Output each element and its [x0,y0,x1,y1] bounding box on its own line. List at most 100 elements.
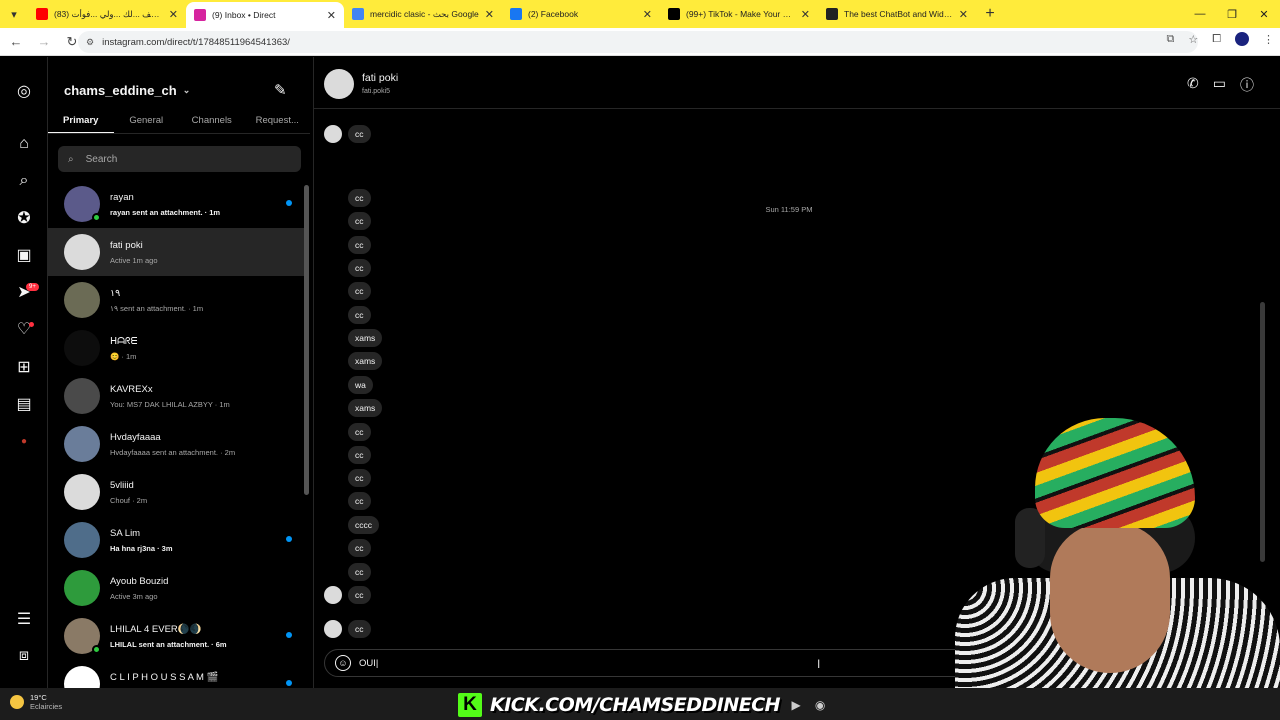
tab-close-icon[interactable]: ✕ [643,8,652,21]
tab-channels[interactable]: Channels [179,108,245,133]
conversation-name: KAVREXx [110,383,153,395]
inbox-scrollbar[interactable] [304,185,309,495]
browser-tab[interactable]: (83) بن يوسف ...لك ...ولي ...فوأت ✕ [28,0,186,28]
new-tab-button[interactable]: + [976,5,1004,23]
contact-name[interactable]: fati poki [362,72,398,84]
profile-icon[interactable]: ● [12,429,36,453]
tab-close-icon[interactable]: ✕ [485,8,494,21]
tab-close-icon[interactable]: ✕ [169,8,178,21]
chrome-app-icon[interactable]: ◉ [812,697,828,713]
conversation-preview: You: MS7 DAK LHILAL AZBYY · 1m [110,399,230,409]
message-bubble[interactable]: cc [348,212,371,230]
profile-avatar-icon[interactable] [1235,32,1249,46]
extensions-icon[interactable]: ⧠ [1212,33,1221,46]
tab-requests[interactable]: Request... [245,108,311,133]
message-bubble[interactable]: xams [348,352,383,370]
message-bubble[interactable]: cc [348,539,371,557]
phone-icon[interactable]: ✆ [1187,75,1199,95]
message-bubble[interactable]: cc [348,469,371,487]
message-bubble[interactable]: cc [348,259,371,277]
browser-tab[interactable]: (9) Inbox • Direct ✕ [186,2,344,28]
avatar [64,570,100,606]
site-info-icon[interactable]: ⚙ [86,37,94,48]
browser-menu-icon[interactable]: ⋮ [1263,33,1274,46]
search-icon[interactable]: ⌕ [12,169,36,193]
conversation-item[interactable]: ᕼᗩᖇᗴ 😊 · 1m [48,324,306,372]
message-bubble[interactable]: cc [348,446,371,464]
install-app-icon[interactable]: ⧉ [1166,33,1174,46]
message-bubble[interactable]: cc [348,282,371,300]
contact-avatar[interactable] [324,69,354,99]
avatar [64,330,100,366]
conversation-name: ١٩ [110,287,121,299]
weather-widget[interactable]: 19°C Eclaircies [10,693,62,711]
emoji-icon[interactable]: ☺ [335,655,351,671]
search-input[interactable]: ⌕ Search [58,146,301,172]
conversation-preview: Active 3m ago [110,591,158,601]
message-bubble[interactable]: wa [348,376,373,394]
message-bubble[interactable]: cc [348,236,371,254]
message-bubble[interactable]: cc [348,563,371,581]
tab-general[interactable]: General [114,108,180,133]
account-switcher[interactable]: chams_eddine_ch ⌄ [64,83,190,98]
browser-tab[interactable]: (99+) TikTok - Make Your Day ✕ [660,0,818,28]
tab-close-icon[interactable]: ✕ [801,8,810,21]
info-icon[interactable]: ⓘ [1240,75,1254,95]
notification-dot [29,322,34,327]
message-bubble[interactable]: cc [348,125,371,143]
message-input[interactable]: OUI| [359,658,378,669]
more-menu-icon[interactable]: ☰ [12,607,36,631]
tab-primary[interactable]: Primary [48,108,114,133]
conversation-item[interactable]: LHILAL 4 EVER🌘🌒 LHILAL sent an attachment… [48,612,306,660]
online-indicator [92,645,101,654]
close-window-icon[interactable]: ✕ [1248,0,1280,28]
conversation-item[interactable]: rayan rayan sent an attachment. · 1m [48,180,306,228]
sender-avatar[interactable] [324,586,342,604]
dashboard-icon[interactable]: ▤ [12,392,36,416]
conversation-item[interactable]: KAVREXx You: MS7 DAK LHILAL AZBYY · 1m [48,372,306,420]
conversation-item[interactable]: SA Lim Ha hna rj3na · 3m [48,516,306,564]
message-bubble[interactable]: cc [348,586,371,604]
browser-tab[interactable]: (2) Facebook ✕ [502,0,660,28]
back-icon[interactable]: ← [4,30,28,54]
sender-avatar[interactable] [324,125,342,143]
create-icon[interactable]: ⊞ [12,355,36,379]
maximize-icon[interactable]: ❐ [1216,0,1248,28]
bookmark-star-icon[interactable]: ☆ [1188,33,1198,46]
instagram-logo-icon[interactable]: ◎ [12,79,36,103]
minimize-icon[interactable]: — [1184,0,1216,28]
message-bubble[interactable]: cccc [348,516,379,534]
forward-icon[interactable]: → [32,30,56,54]
notifications-icon[interactable]: ♡ [12,317,36,341]
home-icon[interactable]: ⌂ [12,132,36,156]
conversation-item[interactable]: Hvdayfaaaa Hvdayfaaaa sent an attachment.… [48,420,306,468]
tab-search-icon[interactable]: ▾ [0,0,28,28]
message-bubble[interactable]: cc [348,306,371,324]
explore-icon[interactable]: ✪ [12,206,36,230]
avatar [64,282,100,318]
message-bubble[interactable]: cc [348,423,371,441]
tab-close-icon[interactable]: ✕ [327,9,336,22]
message-bubble[interactable]: xams [348,329,383,347]
conversation-item[interactable]: 5vliiid Chouf · 2m [48,468,306,516]
conversation-item[interactable]: fati poki Active 1m ago [48,228,306,276]
reels-icon[interactable]: ▣ [12,243,36,267]
message-bubble[interactable]: cc [348,492,371,510]
conversation-item[interactable]: Ayoub Bouzid Active 3m ago [48,564,306,612]
message-bubble[interactable]: cc [348,189,371,207]
message-bubble[interactable]: xams [348,399,383,417]
weather-temperature: 19°C [30,693,47,702]
video-call-icon[interactable]: ▭ [1213,75,1226,95]
browser-tab[interactable]: mercidic clasic - بحث Google ✕ [344,0,502,28]
address-bar[interactable]: ⚙ instagram.com/direct/t/178485119645413… [78,31,1198,53]
conversation-name: C L I P H O U S S A M 🎬 [110,671,219,683]
tab-close-icon[interactable]: ✕ [959,8,968,21]
message-bubble[interactable]: cc [348,620,371,638]
sender-avatar[interactable] [324,620,342,638]
meta-threads-icon[interactable]: ⧈ [12,644,36,668]
browser-tab[interactable]: The best ChatBot and Widgets ✕ [818,0,976,28]
new-message-icon[interactable]: ✎ [274,81,292,99]
conversation-preview: Ha hna rj3na · 3m [110,543,173,553]
terminal-app-icon[interactable]: ▶ [788,697,804,713]
conversation-item[interactable]: ١٩ ١٩ sent an attachment. · 1m [48,276,306,324]
